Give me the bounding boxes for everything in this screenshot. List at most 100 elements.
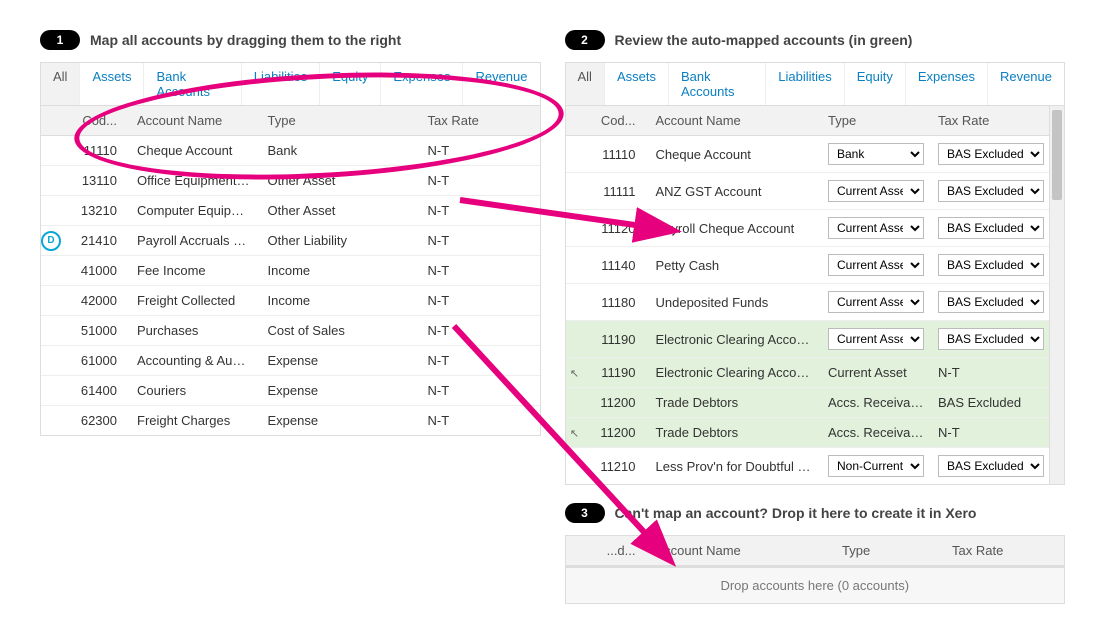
tab-all[interactable]: All (566, 63, 605, 105)
tab-expenses[interactable]: Expenses (906, 63, 988, 105)
tax-select[interactable]: BAS Excluded (938, 254, 1044, 276)
table-row[interactable]: 62300 Freight Charges Expense N-T (41, 406, 540, 435)
type-select[interactable]: Current Asset (828, 328, 924, 350)
name-cell: Fee Income (129, 256, 260, 285)
tab-liabilities[interactable]: Liabilities (766, 63, 844, 105)
table-row[interactable]: ↖ 11200 Trade Debtors Accs. ReceivableN-… (566, 418, 1051, 448)
tab-bank-accounts[interactable]: Bank Accounts (144, 63, 241, 105)
table-row[interactable]: 11210 Less Prov'n for Doubtful Debts Non… (566, 448, 1051, 484)
source-tabs: AllAssetsBank AccountsLiabilitiesEquityE… (40, 62, 541, 105)
tax-select[interactable]: BAS Excluded (938, 217, 1044, 239)
table-row[interactable]: 11200 Trade Debtors Accs. ReceivableBAS … (566, 388, 1051, 418)
tab-assets[interactable]: Assets (605, 63, 669, 105)
table-row[interactable]: 11190 Electronic Clearing Account Curren… (566, 321, 1051, 358)
tax-select[interactable]: BAS Excluded (938, 328, 1044, 350)
type-select[interactable]: Current Asset (828, 180, 924, 202)
code-cell: 11210 (586, 452, 648, 481)
tax-select[interactable]: BAS Excluded (938, 143, 1044, 165)
tax-cell: N-T (420, 166, 540, 195)
tab-equity[interactable]: Equity (320, 63, 381, 105)
table-row[interactable]: 13210 Computer Equipment Original Co Oth… (41, 196, 540, 226)
scrollbar[interactable] (1049, 106, 1064, 484)
target-tabs: AllAssetsBank AccountsLiabilitiesEquityE… (565, 62, 1066, 105)
tab-bank-accounts[interactable]: Bank Accounts (669, 63, 766, 105)
scroll-thumb[interactable] (1052, 110, 1062, 200)
type-select[interactable]: Bank (828, 143, 924, 165)
type-select[interactable]: Current Asset (828, 217, 924, 239)
tab-revenue[interactable]: Revenue (463, 63, 539, 105)
type-cell: Income (260, 286, 420, 315)
tax-cell: N-T (420, 256, 540, 285)
type-select[interactable]: Current Asset (828, 254, 924, 276)
name-cell: Petty Cash (648, 251, 821, 280)
col-code: Cod... (61, 106, 129, 135)
tax-cell: N-T (420, 376, 540, 405)
tax-cell: N-T (420, 346, 540, 375)
col-tax: Tax Rate (944, 536, 1064, 565)
name-cell: Purchases (129, 316, 260, 345)
type-select[interactable]: Current Asset (828, 291, 924, 313)
table-row[interactable]: 11140 Petty Cash Current Asset BAS Exclud… (566, 247, 1051, 284)
drop-grid: ...d... Account Name Type Tax Rate (565, 535, 1066, 567)
tax-cell: N-T (930, 418, 1050, 447)
tax-cell: N-T (420, 226, 540, 255)
table-row[interactable]: 42000 Freight Collected Income N-T (41, 286, 540, 316)
code-cell: 21410 (61, 226, 129, 255)
table-row[interactable]: 61400 Couriers Expense N-T (41, 376, 540, 406)
code-cell: 62300 (61, 406, 129, 435)
tab-assets[interactable]: Assets (80, 63, 144, 105)
code-cell: 11190 (586, 358, 648, 387)
tax-select[interactable]: BAS Excluded (938, 455, 1044, 477)
source-panel-title: Map all accounts by dragging them to the… (90, 32, 401, 48)
table-row[interactable]: ↖ 11190 Electronic Clearing Account Curr… (566, 358, 1051, 388)
tab-liabilities[interactable]: Liabilities (242, 63, 320, 105)
tax-cell: BAS Excluded (930, 388, 1050, 417)
tab-revenue[interactable]: Revenue (988, 63, 1064, 105)
name-cell: Cheque Account (129, 136, 260, 165)
tab-equity[interactable]: Equity (845, 63, 906, 105)
code-cell: 11120 (586, 214, 648, 243)
table-row[interactable]: 41000 Fee Income Income N-T (41, 256, 540, 286)
table-row[interactable]: 11120 Payroll Cheque Account Current Ass… (566, 210, 1051, 247)
source-grid: Cod... Account Name Type Tax Rate 11110 … (40, 105, 541, 436)
table-row[interactable]: 11180 Undeposited Funds Current AssetBAS… (566, 284, 1051, 321)
name-cell: Accounting & Audit Fees (129, 346, 260, 375)
tab-all[interactable]: All (41, 63, 80, 105)
type-cell: Expense (260, 376, 420, 405)
code-cell: 61000 (61, 346, 129, 375)
type-cell: Bank (260, 136, 420, 165)
code-cell: 11111 (586, 177, 648, 206)
col-type: Type (260, 106, 420, 135)
code-cell: 11140 (586, 251, 648, 280)
tax-select[interactable]: BAS Excluded (938, 291, 1044, 313)
type-cell: Income (260, 256, 420, 285)
mapping-wizard: 1 Map all accounts by dragging them to t… (40, 30, 1065, 604)
table-row[interactable]: 51000 Purchases Cost of Sales N-T (41, 316, 540, 346)
name-cell: ANZ GST Account (648, 177, 821, 206)
code-cell: 13210 (61, 196, 129, 225)
type-cell: Current Asset (820, 358, 930, 387)
code-cell: 61400 (61, 376, 129, 405)
tax-select[interactable]: BAS Excluded (938, 180, 1044, 202)
tab-expenses[interactable]: Expenses (381, 63, 463, 105)
table-row[interactable]: 11111 ANZ GST Account Current Asset BAS E… (566, 173, 1051, 210)
code-cell: 13110 (61, 166, 129, 195)
target-panel: 2 Review the auto-mapped accounts (in gr… (565, 30, 1066, 604)
drop-grid-header: ...d... Account Name Type Tax Rate (566, 536, 1065, 566)
type-cell: Expense (260, 406, 420, 435)
name-cell: Electronic Clearing Account (648, 358, 821, 387)
type-cell: Other Asset (260, 166, 420, 195)
table-row[interactable]: 11110 Cheque Account BankBAS Excluded (566, 136, 1051, 173)
table-row[interactable]: 61000 Accounting & Audit Fees Expense N-… (41, 346, 540, 376)
type-cell: Other Asset (260, 196, 420, 225)
name-cell: Undeposited Funds (648, 288, 821, 317)
table-row[interactable]: 13110 Office Equipment at Cost Other Ass… (41, 166, 540, 196)
type-select[interactable]: Non-Current ... (828, 455, 924, 477)
col-code: Cod... (586, 106, 648, 135)
target-grid-header: Cod... Account Name Type Tax Rate (566, 106, 1065, 136)
table-row[interactable]: 11110 Cheque Account Bank N-T (41, 136, 540, 166)
name-cell: Less Prov'n for Doubtful Debts (648, 452, 821, 481)
table-row[interactable]: D 21410 Payroll Accruals Payable Other L… (41, 226, 540, 256)
drop-zone[interactable]: Drop accounts here (0 accounts) (565, 567, 1066, 604)
name-cell: Computer Equipment Original Co (129, 196, 260, 225)
